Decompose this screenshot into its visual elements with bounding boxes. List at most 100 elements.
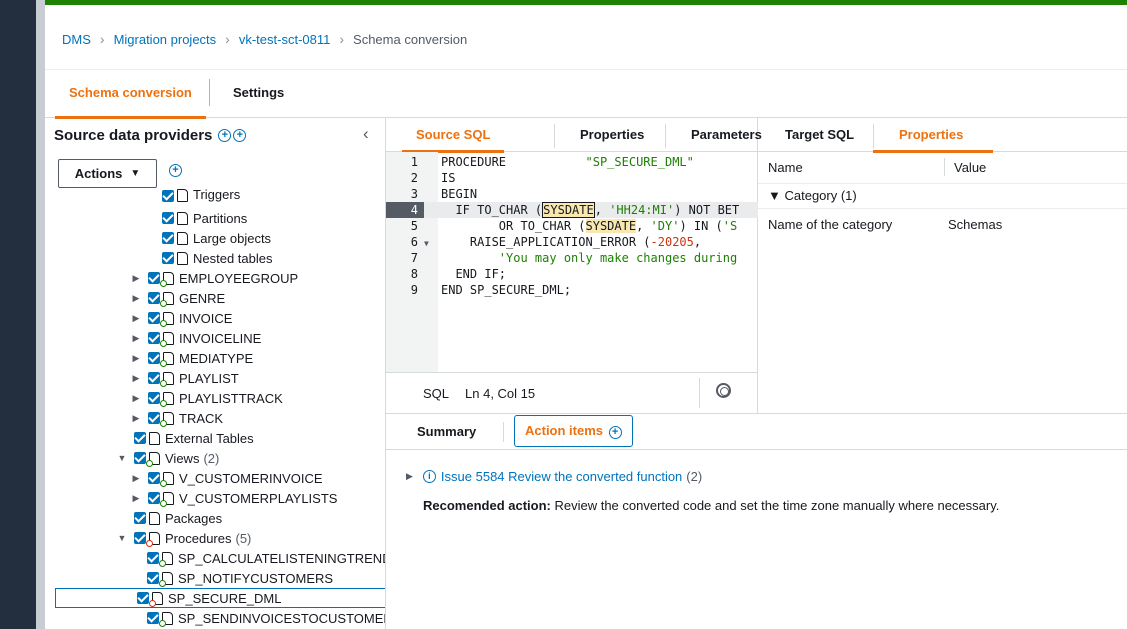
code-line: 2 IS bbox=[410, 171, 456, 185]
chevron-right-icon: › bbox=[99, 31, 105, 47]
breadcrumb-project[interactable]: vk-test-sct-0811 bbox=[239, 32, 331, 47]
tree-item-label: External Tables bbox=[165, 430, 254, 446]
caret-right-icon[interactable]: ▶ bbox=[406, 471, 413, 482]
caret-down-icon[interactable]: ▼ bbox=[115, 453, 129, 463]
tab-summary[interactable]: Summary bbox=[417, 414, 476, 450]
checkbox-checked-icon[interactable] bbox=[134, 432, 146, 444]
file-icon bbox=[177, 189, 188, 202]
caret-down-icon[interactable]: ▼ bbox=[115, 533, 129, 543]
collapse-panel-icon[interactable]: ‹ bbox=[363, 124, 369, 144]
tree-item-sp-calculatelisteningtrends[interactable]: SP_CALCULATELISTENINGTRENDS bbox=[147, 548, 385, 568]
actions-button[interactable]: Actions ▼ bbox=[58, 159, 157, 188]
tree-item-sp-notifycustomers[interactable]: SP_NOTIFYCUSTOMERS bbox=[147, 568, 333, 588]
tree-item-sp-secure-dml[interactable]: SP_SECURE_DML bbox=[55, 588, 385, 608]
tab-settings[interactable]: Settings bbox=[233, 70, 284, 116]
tab-schema-conversion[interactable]: Schema conversion bbox=[55, 70, 206, 119]
column-name-header: Name bbox=[768, 160, 803, 175]
column-value-header: Value bbox=[943, 158, 987, 176]
checkbox-checked-icon[interactable] bbox=[134, 452, 146, 464]
tree-item-playlisttrack[interactable]: ▶ PLAYLISTTRACK bbox=[129, 388, 283, 408]
checkbox-checked-icon[interactable] bbox=[162, 190, 174, 202]
caret-right-icon[interactable]: ▶ bbox=[129, 353, 143, 364]
checkbox-checked-icon[interactable] bbox=[137, 592, 149, 604]
tree-item-genre[interactable]: ▶ GENRE bbox=[129, 288, 225, 308]
issue-row[interactable]: ▶ i Issue 5584 Review the converted func… bbox=[406, 469, 702, 484]
caret-right-icon[interactable]: ▶ bbox=[129, 333, 143, 344]
tree-item-partitions[interactable]: Partitions bbox=[162, 208, 247, 228]
panel-header: Source data providers + + bbox=[54, 124, 247, 146]
top-tabs: Schema conversion Settings bbox=[45, 69, 1127, 119]
tree-item-invoiceline[interactable]: ▶ INVOICELINE bbox=[129, 328, 261, 348]
procedure-icon bbox=[159, 551, 173, 567]
caret-right-icon[interactable]: ▶ bbox=[129, 313, 143, 324]
tree-item-nested-tables[interactable]: Nested tables bbox=[162, 248, 273, 268]
checkbox-checked-icon[interactable] bbox=[148, 272, 160, 284]
tree-item-v-customerinvoice[interactable]: ▶ V_CUSTOMERINVOICE bbox=[129, 468, 323, 488]
checkbox-checked-icon[interactable] bbox=[148, 292, 160, 304]
caret-right-icon[interactable]: ▶ bbox=[129, 413, 143, 424]
checkbox-checked-icon[interactable] bbox=[147, 552, 159, 564]
tab-target-sql[interactable]: Target SQL bbox=[785, 118, 854, 152]
tab-parameters[interactable]: Parameters bbox=[691, 118, 762, 152]
divider bbox=[699, 378, 700, 408]
checkbox-checked-icon[interactable] bbox=[147, 612, 159, 624]
tree-item-external-tables[interactable]: External Tables bbox=[134, 428, 254, 448]
property-value: Schemas bbox=[948, 217, 1003, 232]
caret-right-icon[interactable]: ▶ bbox=[129, 493, 143, 504]
checkbox-checked-icon[interactable] bbox=[148, 332, 160, 344]
checkbox-checked-icon[interactable] bbox=[162, 212, 174, 224]
tab-action-items[interactable]: Action items + bbox=[514, 415, 633, 447]
tree-item-mediatype[interactable]: ▶ MEDIATYPE bbox=[129, 348, 253, 368]
tree-item-label: Packages bbox=[165, 510, 223, 526]
checkbox-checked-icon[interactable] bbox=[134, 512, 146, 524]
caret-right-icon[interactable]: ▶ bbox=[129, 293, 143, 304]
tree-item-label: MEDIATYPE bbox=[179, 350, 254, 366]
source-code-editor[interactable]: 1 PROCEDURE "SP_SECURE_DML" 2 IS 3 BEGIN 4 … bbox=[386, 152, 758, 372]
checkbox-checked-icon[interactable] bbox=[162, 232, 174, 244]
caret-right-icon[interactable]: ▶ bbox=[129, 273, 143, 284]
tree-item-label: Nested tables bbox=[193, 250, 273, 266]
tree-item-label: GENRE bbox=[179, 290, 226, 306]
checkbox-checked-icon[interactable] bbox=[148, 392, 160, 404]
tree-item-v-customerplaylists[interactable]: ▶ V_CUSTOMERPLAYLISTS bbox=[129, 488, 337, 508]
add-provider-icon[interactable]: + bbox=[218, 128, 232, 142]
tab-source-sql[interactable]: Source SQL bbox=[401, 118, 505, 153]
tree-item-views[interactable]: ▼ Views (2) bbox=[115, 448, 219, 468]
caret-right-icon[interactable]: ▶ bbox=[129, 373, 143, 384]
checkbox-checked-icon[interactable] bbox=[134, 532, 146, 544]
tree-item-playlist[interactable]: ▶ PLAYLIST bbox=[129, 368, 239, 388]
tree-item-triggers[interactable]: Triggers bbox=[162, 188, 240, 202]
tree-item-packages[interactable]: Packages bbox=[134, 508, 222, 528]
tree-item-large-objects[interactable]: Large objects bbox=[162, 228, 271, 248]
tree-item-label: PLAYLISTTRACK bbox=[179, 390, 283, 406]
checkbox-checked-icon[interactable] bbox=[148, 312, 160, 324]
checkbox-checked-icon[interactable] bbox=[147, 572, 159, 584]
checkbox-checked-icon[interactable] bbox=[148, 352, 160, 364]
tab-target-properties[interactable]: Properties bbox=[872, 118, 994, 153]
breadcrumb-current: Schema conversion bbox=[353, 31, 468, 47]
tree-item-procedures[interactable]: ▼ Procedures (5) bbox=[115, 528, 251, 548]
checkbox-checked-icon[interactable] bbox=[148, 472, 160, 484]
gear-icon[interactable] bbox=[716, 383, 731, 398]
add-icon[interactable]: + bbox=[233, 128, 247, 142]
tab-source-properties[interactable]: Properties bbox=[580, 118, 644, 152]
checkbox-checked-icon[interactable] bbox=[148, 492, 160, 504]
tree-item-label: SP_NOTIFYCUSTOMERS bbox=[178, 570, 334, 586]
checkbox-checked-icon[interactable] bbox=[148, 412, 160, 424]
caret-right-icon[interactable]: ▶ bbox=[129, 473, 143, 484]
checkbox-checked-icon[interactable] bbox=[162, 252, 174, 264]
issue-link[interactable]: Issue 5584 Review the converted function bbox=[441, 469, 682, 484]
caret-right-icon[interactable]: ▶ bbox=[129, 393, 143, 404]
folder-icon bbox=[146, 451, 160, 467]
tree-item-invoice[interactable]: ▶ INVOICE bbox=[129, 308, 232, 328]
code-line-active: 4 IF TO_CHAR (SYSDATE, 'HH24:MI') NOT BE… bbox=[386, 202, 758, 218]
checkbox-checked-icon[interactable] bbox=[148, 372, 160, 384]
table-icon bbox=[160, 351, 174, 367]
add-icon[interactable]: + bbox=[169, 164, 182, 177]
tree-item-track[interactable]: ▶ TRACK bbox=[129, 408, 223, 428]
breadcrumb-dms[interactable]: DMS bbox=[62, 32, 91, 47]
tree-item-sp-sendinvoicestocustomers[interactable]: SP_SENDINVOICESTOCUSTOMERS bbox=[147, 608, 385, 628]
tree-item-employeegroup[interactable]: ▶ EMPLOYEEGROUP bbox=[129, 268, 298, 288]
category-group-row[interactable]: ▼ Category (1) bbox=[758, 184, 1127, 209]
breadcrumb-migration-projects[interactable]: Migration projects bbox=[114, 32, 217, 47]
